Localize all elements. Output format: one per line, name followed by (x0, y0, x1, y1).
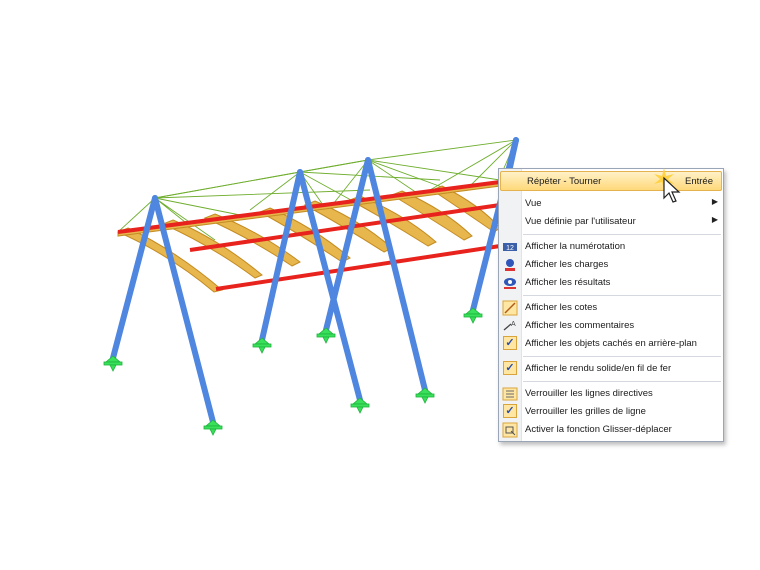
menu-item-label: Afficher la numérotation (525, 241, 626, 252)
submenu-arrow-icon: ▶ (711, 215, 718, 224)
menu-item-label: Afficher les cotes (525, 302, 598, 313)
menu-item-show-loads[interactable]: Afficher les charges (499, 256, 723, 274)
menu-item-label: Afficher les charges (525, 259, 609, 270)
menu-item-show-results[interactable]: Afficher les résultats (499, 274, 723, 292)
menu-item-label: Vue (525, 198, 542, 209)
menu-item-lock-grid-lines[interactable]: ✓ Verrouiller les grilles de ligne (499, 403, 723, 421)
menu-item-label: Afficher le rendu solide/en fil de fer (525, 363, 672, 374)
menu-separator (523, 381, 721, 382)
checkmark-icon: ✓ (503, 336, 517, 350)
checkmark-icon: ✓ (503, 361, 517, 375)
menu-item-show-numbering[interactable]: 12 Afficher la numérotation (499, 238, 723, 256)
menu-item-lock-guidelines[interactable]: Verrouiller les lignes directives (499, 385, 723, 403)
checkmark-icon: ✓ (503, 404, 517, 418)
mouse-cursor-icon (654, 168, 681, 203)
svg-text:12: 12 (506, 245, 514, 252)
menu-item-label: Vue définie par l'utilisateur (525, 216, 636, 227)
menu-item-enable-drag-drop[interactable]: Activer la fonction Glisser-déplacer (499, 421, 723, 439)
menu-item-label: Verrouiller les lignes directives (525, 388, 653, 399)
menu-item-show-comments[interactable]: A Afficher les commentaires (499, 317, 723, 335)
loads-icon (505, 259, 515, 271)
menu-separator (523, 356, 721, 357)
columns (110, 137, 519, 425)
menu-item-repeat-rotate[interactable]: Répéter - Tourner Entrée (500, 171, 722, 191)
context-menu: Répéter - Tourner Entrée Vue ▶ Vue défin… (498, 168, 724, 442)
menu-item-label: Activer la fonction Glisser-déplacer (525, 424, 672, 435)
comments-icon: A (503, 321, 516, 331)
results-icon (504, 278, 516, 289)
menu-item-label: Afficher les objets cachés en arrière-pl… (525, 338, 697, 349)
drag-drop-icon (502, 422, 518, 438)
menu-item-view[interactable]: Vue ▶ (499, 195, 723, 213)
menu-item-label: Afficher les résultats (525, 277, 611, 288)
menu-separator (523, 295, 721, 296)
menu-item-label: Verrouiller les grilles de ligne (525, 406, 646, 417)
numbering-icon: 12 (503, 243, 517, 252)
dimensions-icon (502, 300, 518, 316)
menu-separator (523, 234, 721, 235)
menu-item-user-defined-view[interactable]: Vue définie par l'utilisateur ▶ (499, 213, 723, 231)
supports (103, 307, 483, 436)
svg-text:A: A (511, 321, 516, 328)
menu-item-show-dimensions[interactable]: Afficher les cotes (499, 299, 723, 317)
submenu-arrow-icon: ▶ (711, 197, 718, 206)
lock-guidelines-icon (502, 387, 518, 401)
menu-item-show-hidden-objects[interactable]: ✓ Afficher les objets cachés en arrière-… (499, 335, 723, 353)
menu-item-label: Répéter - Tourner (527, 176, 602, 187)
menu-item-solid-wireframe[interactable]: ✓ Afficher le rendu solide/en fil de fer (499, 360, 723, 378)
menu-item-shortcut: Entrée (685, 176, 713, 187)
menu-item-label: Afficher les commentaires (525, 320, 635, 331)
